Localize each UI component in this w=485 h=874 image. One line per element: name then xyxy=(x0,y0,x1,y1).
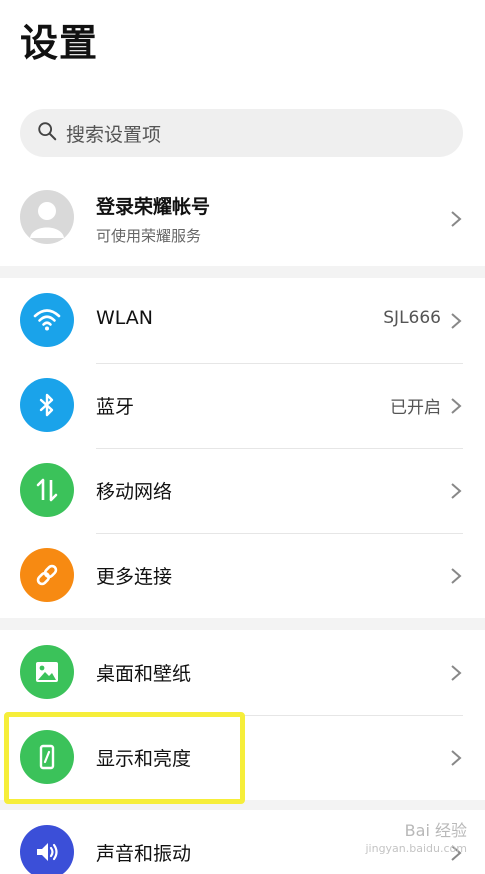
watermark-text: Bai 经验 xyxy=(404,821,467,840)
bluetooth-icon xyxy=(20,378,74,432)
settings-item-label: 桌面和壁纸 xyxy=(96,663,192,685)
account-title: 登录荣耀帐号 xyxy=(96,196,211,218)
settings-item-wlan[interactable]: WLAN SJL666 xyxy=(0,278,485,363)
settings-item-value: 已开启 xyxy=(390,398,441,418)
avatar xyxy=(20,190,74,244)
sound-icon xyxy=(20,825,74,874)
chevron-right-icon xyxy=(451,398,462,414)
watermark: Bai 经验 jingyan.baidu.com xyxy=(365,822,467,858)
page-title: 设置 xyxy=(20,21,99,65)
link-icon xyxy=(20,548,74,602)
section-gap xyxy=(0,618,485,630)
wallpaper-icon xyxy=(20,645,74,699)
chevron-right-icon xyxy=(451,313,462,329)
mobile-data-icon xyxy=(20,463,74,517)
settings-item-label: 显示和亮度 xyxy=(96,748,192,770)
search-icon xyxy=(36,120,58,146)
settings-item-desktop-wallpaper[interactable]: 桌面和壁纸 xyxy=(0,630,485,715)
wifi-icon xyxy=(20,293,74,347)
chevron-right-icon xyxy=(451,483,462,499)
watermark-sub: jingyan.baidu.com xyxy=(365,842,467,855)
settings-item-label: WLAN xyxy=(96,307,154,329)
account-row[interactable]: 登录荣耀帐号 可使用荣耀服务 xyxy=(0,182,485,258)
chevron-right-icon xyxy=(451,568,462,584)
settings-item-label: 移动网络 xyxy=(96,481,173,503)
settings-item-value: SJL666 xyxy=(383,308,441,328)
chevron-right-icon xyxy=(451,665,462,681)
settings-item-mobile-network[interactable]: 移动网络 xyxy=(0,448,485,533)
search-bar[interactable]: 搜索设置项 xyxy=(20,109,463,157)
settings-item-label: 更多连接 xyxy=(96,566,173,588)
chevron-right-icon xyxy=(451,211,462,227)
display-brightness-icon xyxy=(20,730,74,784)
settings-item-label: 声音和振动 xyxy=(96,843,192,865)
section-gap xyxy=(0,800,485,810)
settings-item-bluetooth[interactable]: 蓝牙 已开启 xyxy=(0,363,485,448)
section-gap xyxy=(0,266,485,278)
settings-item-more-connections[interactable]: 更多连接 xyxy=(0,533,485,618)
account-subtitle: 可使用荣耀服务 xyxy=(96,227,202,245)
chevron-right-icon xyxy=(451,750,462,766)
settings-item-display-brightness[interactable]: 显示和亮度 xyxy=(0,715,485,800)
settings-item-label: 蓝牙 xyxy=(96,396,135,418)
search-input[interactable]: 搜索设置项 xyxy=(66,120,161,147)
